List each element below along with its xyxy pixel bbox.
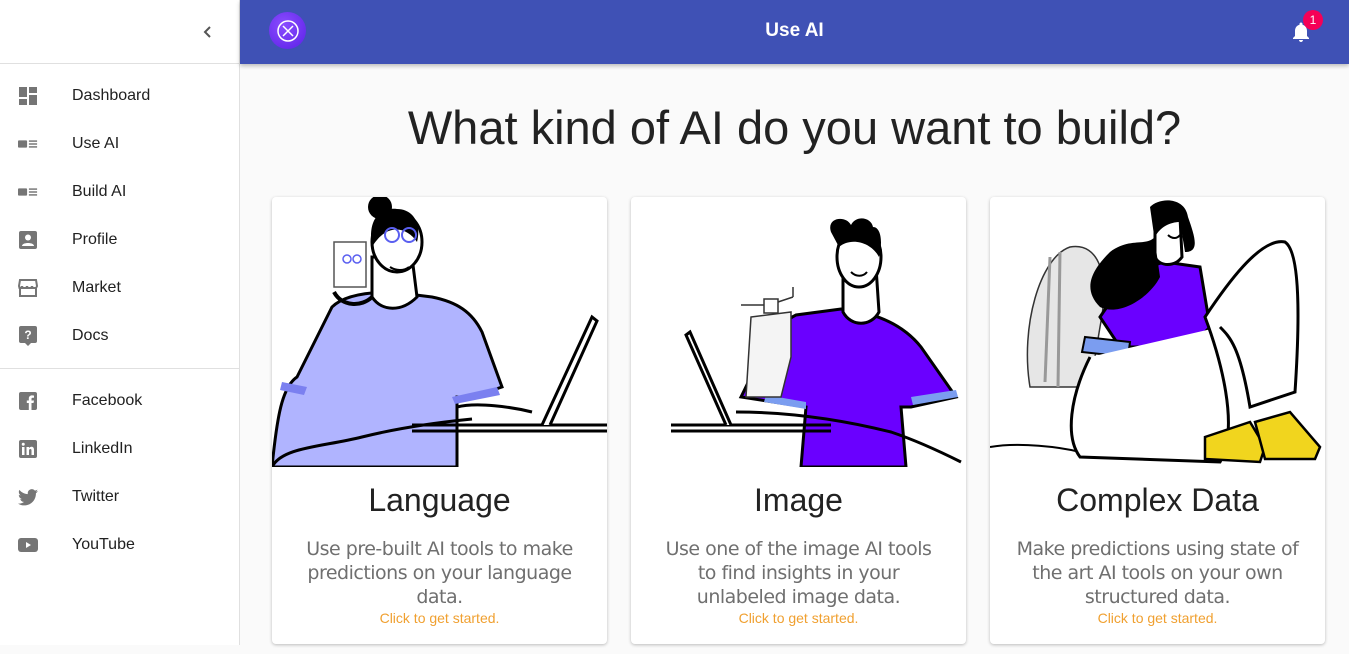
sidebar-item-dashboard[interactable]: Dashboard — [0, 72, 239, 120]
sidebar-item-linkedin[interactable]: LinkedIn — [0, 425, 239, 473]
sidebar-item-label: Dashboard — [72, 87, 151, 104]
store-icon — [18, 278, 38, 298]
card-complex-data[interactable]: Complex Data Make predictions using stat… — [990, 197, 1325, 644]
featured-video-icon — [18, 182, 38, 202]
facebook-icon — [18, 391, 38, 411]
collapse-sidebar-button[interactable] — [196, 20, 220, 44]
card-title: Complex Data — [1056, 482, 1259, 518]
help-icon: ? — [18, 326, 38, 346]
sidebar-item-use-ai[interactable]: Use AI — [0, 120, 239, 168]
sidebar-item-label: Market — [72, 279, 121, 296]
sidebar-item-youtube[interactable]: YouTube — [0, 521, 239, 569]
notification-badge: 1 — [1303, 10, 1323, 30]
sidebar-header — [0, 0, 239, 64]
sidebar-item-market[interactable]: Market — [0, 264, 239, 312]
sidebar-item-label: YouTube — [72, 536, 135, 553]
sidebar-item-label: Facebook — [72, 392, 143, 409]
card-title: Language — [368, 482, 511, 518]
chevron-left-icon — [203, 26, 211, 38]
sidebar-item-docs[interactable]: ? Docs — [0, 312, 239, 360]
sidebar-item-facebook[interactable]: Facebook — [0, 377, 239, 425]
sidebar-item-label: Use AI — [72, 135, 120, 152]
sidebar-item-label: Docs — [72, 327, 109, 344]
sidebar: Dashboard Use AI Build AI Profile Market… — [0, 0, 240, 645]
card-cta-link[interactable]: Click to get started. — [272, 610, 607, 626]
sidebar-item-label: LinkedIn — [72, 440, 133, 457]
card-description: Make predictions using state of the art … — [1016, 538, 1299, 608]
sidebar-item-label: Twitter — [72, 488, 120, 505]
language-illustration — [272, 197, 607, 467]
complex-data-illustration — [990, 200, 1322, 464]
linkedin-icon — [18, 439, 38, 459]
sidebar-item-label: Build AI — [72, 183, 127, 200]
card-cta-link[interactable]: Click to get started. — [631, 610, 966, 626]
card-description: Use pre-built AI tools to make predictio… — [306, 538, 573, 608]
card-title: Image — [754, 482, 843, 518]
account-box-icon — [18, 230, 38, 250]
main-heading: What kind of AI do you want to build? — [407, 101, 1182, 154]
main-nav: Dashboard Use AI Build AI Profile Market… — [0, 64, 239, 368]
image-illustration — [671, 218, 962, 467]
sidebar-item-profile[interactable]: Profile — [0, 216, 239, 264]
youtube-icon — [18, 535, 38, 555]
card-description: Use one of the image AI tools to find in… — [665, 538, 932, 608]
social-nav: Facebook LinkedIn Twitter YouTube — [0, 368, 239, 577]
card-cta-link[interactable]: Click to get started. — [990, 610, 1325, 626]
card-language[interactable]: Language Use pre-built AI tools to make … — [272, 197, 607, 644]
card-image[interactable]: Image Use one of the image AI tools to f… — [631, 197, 966, 644]
app-bar: Use AI 1 — [240, 0, 1349, 64]
sidebar-item-build-ai[interactable]: Build AI — [0, 168, 239, 216]
svg-text:?: ? — [24, 328, 31, 342]
sidebar-item-label: Profile — [72, 231, 118, 248]
page-title: Use AI — [765, 20, 824, 41]
twitter-icon — [18, 487, 38, 507]
sidebar-item-twitter[interactable]: Twitter — [0, 473, 239, 521]
featured-video-icon — [18, 134, 38, 154]
dashboard-icon — [18, 86, 38, 106]
